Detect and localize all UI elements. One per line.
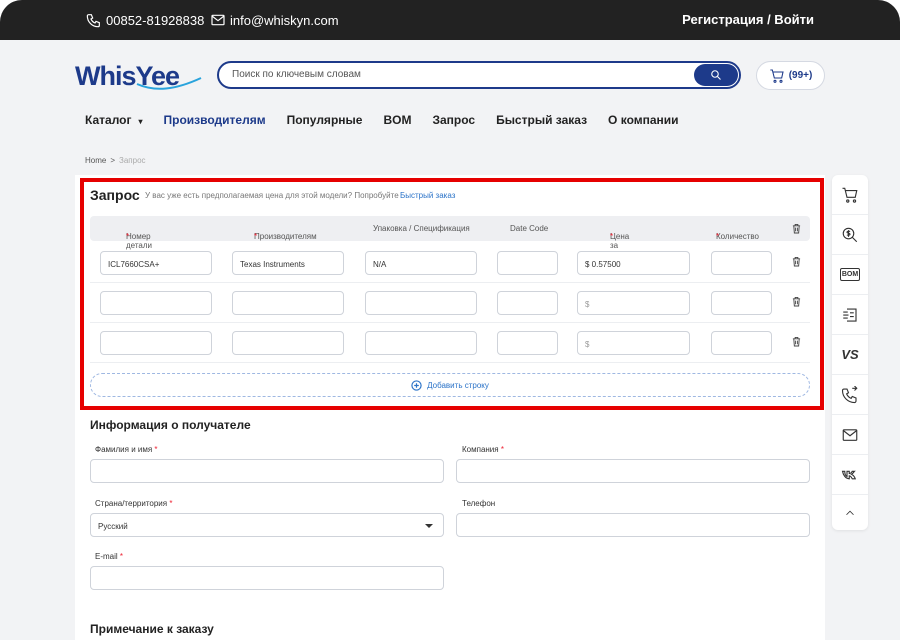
search-button[interactable] [694, 64, 738, 86]
breadcrumb-separator: > [110, 156, 116, 165]
price-search-icon [842, 227, 858, 242]
phone-field[interactable] [456, 513, 810, 537]
order-note-title: Примечание к заказу [90, 622, 214, 636]
chevron-up-icon [846, 510, 854, 515]
nav-catalog[interactable]: Каталог ▾ [85, 113, 143, 127]
nav-about[interactable]: О компании [608, 113, 679, 127]
sidebar-compare[interactable]: VS [832, 335, 868, 375]
country-value: Русский [98, 522, 128, 531]
cart-icon [842, 187, 858, 203]
side-toolbar: BOM VS [832, 175, 868, 530]
sidebar-vk[interactable] [832, 455, 868, 495]
company-label: Компания * [462, 445, 504, 454]
search-bar: Поиск по ключевым словам [217, 61, 741, 89]
chevron-down-icon: ▾ [138, 117, 143, 126]
vk-icon [841, 470, 857, 479]
contact-phone[interactable]: 00852-81928838 [86, 12, 204, 28]
breadcrumb: Home > Запрос [85, 156, 146, 165]
cart-icon [770, 68, 784, 83]
phone-label: Телефон [462, 499, 496, 508]
phone-forward-icon [841, 385, 858, 403]
search-icon [711, 70, 721, 80]
email-field[interactable] [90, 566, 444, 590]
bom-icon: BOM [839, 268, 861, 281]
vs-compare-icon: VS [841, 347, 859, 362]
sidebar-mail[interactable] [832, 415, 868, 455]
quick-order-icon [843, 307, 857, 322]
nav-popular[interactable]: Популярные [287, 113, 363, 127]
email-label: E-mail * [95, 552, 124, 561]
country-select[interactable]: Русский [90, 513, 444, 537]
highlight-box [80, 178, 824, 410]
brand-logo[interactable]: WhisYee [75, 60, 203, 92]
nav-catalog-label: Каталог [85, 113, 132, 127]
top-bar: 00852-81928838 info@whiskyn.com Регистра… [0, 0, 900, 40]
sidebar-bom[interactable]: BOM [832, 255, 868, 295]
sidebar-cart[interactable] [832, 175, 868, 215]
recipient-title: Информация о получателе [90, 418, 251, 432]
mail-icon [211, 14, 225, 26]
cart-badge: (99+) [788, 70, 813, 81]
main-nav: Каталог ▾ Производителям Популярные BOM З… [85, 113, 700, 127]
breadcrumb-home[interactable]: Home [85, 156, 106, 165]
caret-down-icon [425, 524, 433, 528]
sidebar-callback[interactable] [832, 375, 868, 415]
contact-email[interactable]: info@whiskyn.com [210, 12, 339, 28]
name-field[interactable] [90, 459, 444, 483]
svg-text:WhisYee: WhisYee [75, 61, 180, 91]
nav-manufacturers[interactable]: Производителям [164, 113, 266, 127]
mail-icon [842, 428, 858, 441]
nav-request[interactable]: Запрос [432, 113, 475, 127]
email-text: info@whiskyn.com [230, 12, 339, 28]
phone-text: 00852-81928838 [106, 12, 205, 28]
phone-icon [86, 14, 100, 28]
sidebar-price-search[interactable] [832, 215, 868, 255]
nav-quick-order[interactable]: Быстрый заказ [496, 113, 587, 127]
page-frame: 00852-81928838 info@whiskyn.com Регистра… [0, 0, 900, 640]
country-label: Страна/территория * [95, 499, 173, 508]
company-field[interactable] [456, 459, 810, 483]
search-input[interactable]: Поиск по ключевым словам [232, 69, 361, 80]
scroll-top-button[interactable] [832, 495, 868, 530]
name-label: Фамилия и имя * [95, 445, 158, 454]
nav-bom[interactable]: BOM [383, 113, 411, 127]
auth-link[interactable]: Регистрация / Войти [682, 12, 814, 27]
sidebar-quick-order[interactable] [832, 295, 868, 335]
breadcrumb-current: Запрос [119, 156, 146, 165]
cart-button[interactable]: (99+) [756, 61, 825, 90]
